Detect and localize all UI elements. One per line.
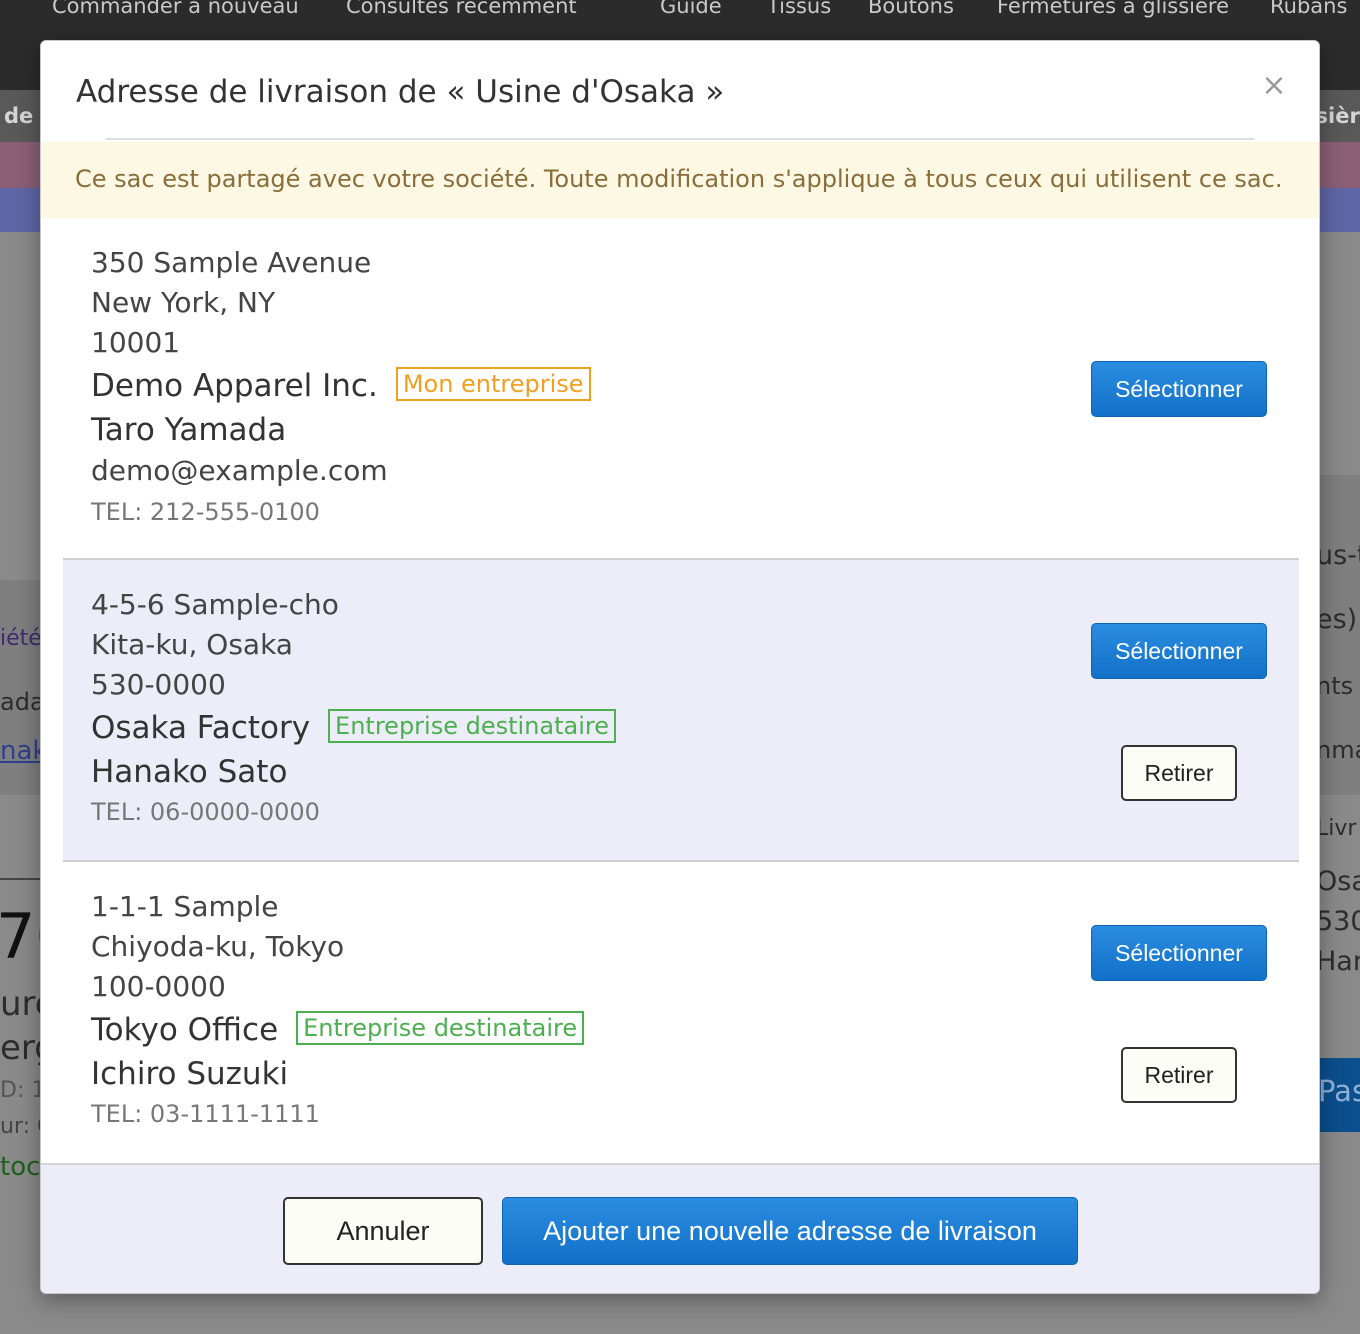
select-address-button[interactable]: Sélectionner <box>1091 623 1267 679</box>
address-tel: TEL: 03-1111-1111 <box>91 1100 320 1128</box>
recipient-company-badge: Entreprise destinataire <box>296 1010 585 1045</box>
bg-nav-item-fabrics: Tissus <box>767 0 832 18</box>
address-company-row: Demo Apparel Inc. Mon entreprise <box>91 366 591 405</box>
recipient-company-badge: Entreprise destinataire <box>328 708 616 743</box>
address-contact: Ichiro Suzuki <box>91 1056 289 1092</box>
my-company-badge: Mon entreprise <box>395 366 591 401</box>
bg-nav-item-ribbons: Rubans <box>1270 0 1348 18</box>
select-address-button[interactable]: Sélectionner <box>1091 361 1267 417</box>
shared-bag-notice: Ce sac est partagé avec votre société. T… <box>41 142 1319 218</box>
bg-fragment: Han <box>1316 946 1360 977</box>
address-street: 4-5-6 Sample-cho <box>91 588 339 621</box>
bg-fragment: ada <box>0 688 45 716</box>
bg-nav-item-reorder: Commander à nouveau <box>52 0 299 18</box>
address-company-row: Tokyo Office Entreprise destinataire <box>91 1010 585 1049</box>
bg-nav-item-recent: Consultés récemment <box>346 0 577 18</box>
remove-address-button[interactable]: Retirer <box>1121 1047 1237 1103</box>
bg-fragment: es) <box>1316 604 1358 635</box>
bg-fragment: toc <box>0 1152 41 1182</box>
address-city: New York, NY <box>91 286 276 319</box>
modal-title: Adresse de livraison de « Usine d'Osaka … <box>76 74 725 110</box>
address-company: Osaka Factory <box>91 710 311 746</box>
bg-nav-item-zippers: Fermetures à glissière <box>997 0 1230 18</box>
shipping-address-modal: Adresse de livraison de « Usine d'Osaka … <box>40 40 1320 1294</box>
header-divider <box>106 138 1254 140</box>
bg-fragment: Osa <box>1316 866 1360 897</box>
address-company: Demo Apparel Inc. <box>91 368 378 404</box>
address-card-osaka-factory: 4-5-6 Sample-cho Kita-ku, Osaka 530-0000… <box>63 560 1299 862</box>
bg-fragment: 530 <box>1316 906 1360 937</box>
address-tel: TEL: 06-0000-0000 <box>91 798 320 826</box>
bg-fragment: iété <box>0 626 42 651</box>
address-contact: Hanako Sato <box>91 754 288 790</box>
bg-fragment: nma <box>1316 736 1360 764</box>
bg-fragment: us-t <box>1316 540 1360 571</box>
add-shipping-address-button[interactable]: Ajouter une nouvelle adresse de livraiso… <box>502 1197 1078 1265</box>
close-icon[interactable]: × <box>1259 71 1289 101</box>
address-email: demo@example.com <box>91 454 388 487</box>
bg-fragment: Pas <box>1318 1074 1360 1108</box>
address-street: 1-1-1 Sample <box>91 890 279 923</box>
address-postal: 100-0000 <box>91 970 226 1003</box>
modal-header: Adresse de livraison de « Usine d'Osaka … <box>41 41 1319 140</box>
address-card-demo-apparel: 350 Sample Avenue New York, NY 10001 Dem… <box>63 218 1299 526</box>
bg-nav-item-guide: Guide <box>660 0 722 18</box>
address-postal: 10001 <box>91 326 181 359</box>
address-postal: 530-0000 <box>91 668 226 701</box>
address-company-row: Osaka Factory Entreprise destinataire <box>91 708 616 747</box>
address-company: Tokyo Office <box>91 1012 279 1048</box>
address-tel: TEL: 212-555-0100 <box>91 498 320 526</box>
bg-fragment: nts A <box>1316 672 1360 700</box>
address-street: 350 Sample Avenue <box>91 246 372 279</box>
remove-address-button[interactable]: Retirer <box>1121 745 1237 801</box>
bg-fragment: Livr <box>1316 816 1357 841</box>
address-contact: Taro Yamada <box>91 412 287 448</box>
address-city: Chiyoda-ku, Tokyo <box>91 930 345 963</box>
background-left-rule <box>0 878 42 880</box>
bg-nav-item-buttons: Boutons <box>868 0 954 18</box>
cancel-button[interactable]: Annuler <box>283 1197 483 1265</box>
address-card-tokyo-office: 1-1-1 Sample Chiyoda-ku, Tokyo 100-0000 … <box>63 862 1299 1164</box>
bg-fragment: D: 1 <box>0 1078 46 1103</box>
modal-footer: Annuler Ajouter une nouvelle adresse de … <box>41 1163 1319 1293</box>
select-address-button[interactable]: Sélectionner <box>1091 925 1267 981</box>
address-city: Kita-ku, Osaka <box>91 628 293 661</box>
